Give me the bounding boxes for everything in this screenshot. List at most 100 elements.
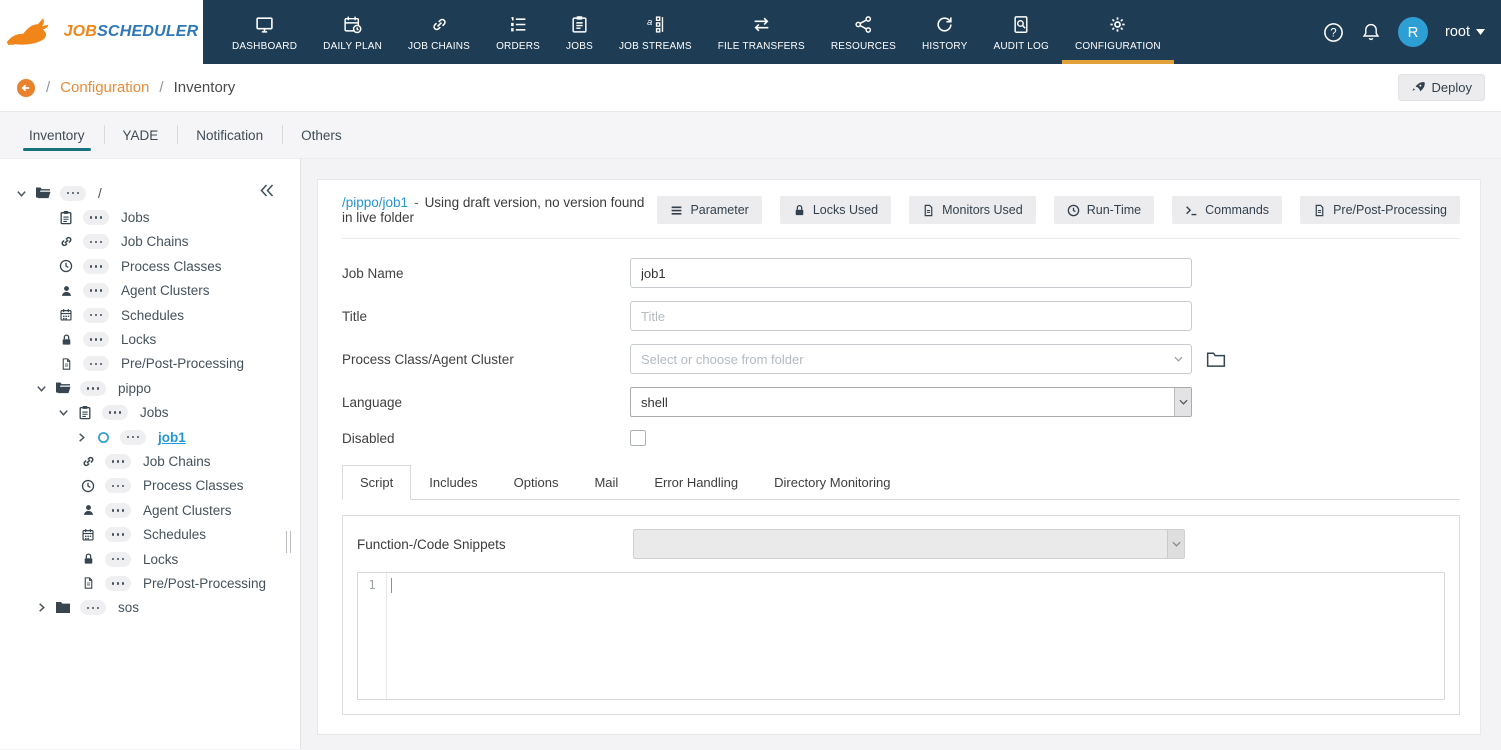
tree-row-pre-post-processing[interactable]: Pre/Post-Processing [0,352,300,376]
disabled-checkbox[interactable] [630,430,646,446]
tree-row-pippo-pre-post-processing[interactable]: Pre/Post-Processing [0,571,300,595]
tree-item-label[interactable]: Job Chains [143,454,211,469]
folder-outline-icon[interactable] [1206,351,1226,368]
nav-item-resources[interactable]: RESOURCES [818,0,909,64]
tree-item-label[interactable]: Pre/Post-Processing [121,356,244,371]
tree-item-label[interactable]: Process Classes [121,259,222,274]
tab-script[interactable]: Script [342,465,412,500]
user-menu[interactable]: root [1445,24,1485,40]
tab-yade[interactable]: YADE [103,112,178,158]
tree-row-agent-clusters[interactable]: Agent Clusters [0,279,300,303]
chevron-right-icon[interactable] [36,602,49,613]
tree-row-pippo-jobs[interactable]: Jobs [0,401,300,425]
tree-row-job-chains[interactable]: Job Chains [0,230,300,254]
commands-button[interactable]: Commands [1172,196,1283,224]
tree-item-menu-button[interactable] [83,210,109,226]
tree-row-root[interactable]: / [0,181,300,205]
tree-item-label[interactable]: Agent Clusters [121,283,210,298]
nav-item-history[interactable]: HISTORY [909,0,981,64]
nav-item-jobs[interactable]: JOBS [553,0,606,64]
tree-item-label[interactable]: / [98,186,102,201]
chevron-right-icon[interactable] [76,432,89,443]
parameter-button[interactable]: Parameter [657,196,762,224]
script-code-editor[interactable]: 1 [357,572,1445,700]
chevron-down-icon[interactable] [16,188,29,199]
tree-row-pippo[interactable]: pippo [0,376,300,400]
tab-others[interactable]: Others [282,112,361,158]
tree-row-job1[interactable]: job1 [0,425,300,449]
tree-item-menu-button[interactable] [105,478,131,494]
tab-directory-monitoring[interactable]: Directory Monitoring [756,465,908,500]
tree-item-label[interactable]: sos [118,600,139,615]
nav-item-daily-plan[interactable]: DAILY PLAN [310,0,395,64]
locks-used-button[interactable]: Locks Used [779,196,892,224]
tree-item-label[interactable]: Schedules [121,308,184,323]
tree-item-label[interactable]: job1 [158,430,186,445]
tree-item-label[interactable]: Pre/Post-Processing [143,576,266,591]
tree-item-menu-button[interactable] [80,600,106,616]
nav-item-job-streams[interactable]: a JOB STREAMS [606,0,705,64]
tree-item-label[interactable]: Process Classes [143,478,244,493]
pre-post-processing-button[interactable]: Pre/Post-Processing [1300,196,1460,224]
tree-item-menu-button[interactable] [102,405,128,421]
tree-item-menu-button[interactable] [120,429,146,445]
tree-item-label[interactable]: Job Chains [121,234,189,249]
tree-row-pippo-job-chains[interactable]: Job Chains [0,449,300,473]
tree-item-menu-button[interactable] [83,258,109,274]
chevron-down-icon[interactable] [36,383,49,394]
tree-row-sos[interactable]: sos [0,596,300,620]
tab-options[interactable]: Options [496,465,577,500]
tree-item-label[interactable]: Agent Clusters [143,503,232,518]
nav-item-dashboard[interactable]: DASHBOARD [219,0,310,64]
tree-row-process-classes[interactable]: Process Classes [0,254,300,278]
nav-item-configuration[interactable]: CONFIGURATION [1062,0,1174,64]
tree-item-menu-button[interactable] [83,332,109,348]
bell-icon[interactable] [1361,22,1381,42]
nav-item-orders[interactable]: ORDERS [483,0,553,64]
tree-item-menu-button[interactable] [105,502,131,518]
tree-item-menu-button[interactable] [83,356,109,372]
tab-inventory[interactable]: Inventory [10,112,104,158]
collapse-double-chevron-icon[interactable] [260,184,274,197]
tree-row-jobs[interactable]: Jobs [0,205,300,229]
tree-item-menu-button[interactable] [105,527,131,543]
tab-notification[interactable]: Notification [177,112,282,158]
chevron-down-icon[interactable] [58,407,71,418]
tree-item-menu-button[interactable] [105,551,131,567]
nav-item-file-transfers[interactable]: FILE TRANSFERS [705,0,818,64]
tree-item-label[interactable]: pippo [118,381,151,396]
tree-item-label[interactable]: Jobs [121,210,150,225]
tree-item-menu-button[interactable] [80,380,106,396]
language-select[interactable]: shell [630,387,1192,417]
tree-item-menu-button[interactable] [83,234,109,250]
chevron-down-icon[interactable] [1174,356,1183,362]
back-circle-icon[interactable] [16,78,36,98]
avatar[interactable]: R [1398,17,1428,47]
job-path-link[interactable]: /pippo/job1 [342,195,408,210]
process-class-combobox[interactable] [630,344,1192,374]
chevron-down-icon[interactable] [1174,388,1191,416]
tree-row-locks[interactable]: Locks [0,327,300,351]
nav-item-job-chains[interactable]: JOB CHAINS [395,0,483,64]
run-time-button[interactable]: Run-Time [1053,196,1155,224]
tree-item-menu-button[interactable] [60,185,86,201]
tree-row-pippo-locks[interactable]: Locks [0,547,300,571]
tree-row-pippo-schedules[interactable]: Schedules [0,522,300,546]
job-name-field[interactable] [630,258,1192,288]
jobscheduler-logo[interactable]: JOBSCHEDULER [0,0,203,64]
tree-row-pippo-process-classes[interactable]: Process Classes [0,474,300,498]
deploy-button[interactable]: Deploy [1397,74,1485,101]
tree-item-menu-button[interactable] [105,575,131,591]
breadcrumb-link-configuration[interactable]: Configuration [60,79,149,96]
tree-row-schedules[interactable]: Schedules [0,303,300,327]
tab-mail[interactable]: Mail [576,465,636,500]
nav-item-audit-log[interactable]: AUDIT LOG [980,0,1062,64]
tab-includes[interactable]: Includes [411,465,495,500]
process-class-field[interactable] [630,344,1192,374]
tree-item-label[interactable]: Locks [121,332,156,347]
tree-item-label[interactable]: Schedules [143,527,206,542]
tree-item-menu-button[interactable] [105,453,131,469]
sidebar-resize-handle[interactable] [286,531,291,553]
tab-error-handling[interactable]: Error Handling [636,465,756,500]
help-icon[interactable]: ? [1323,22,1344,43]
